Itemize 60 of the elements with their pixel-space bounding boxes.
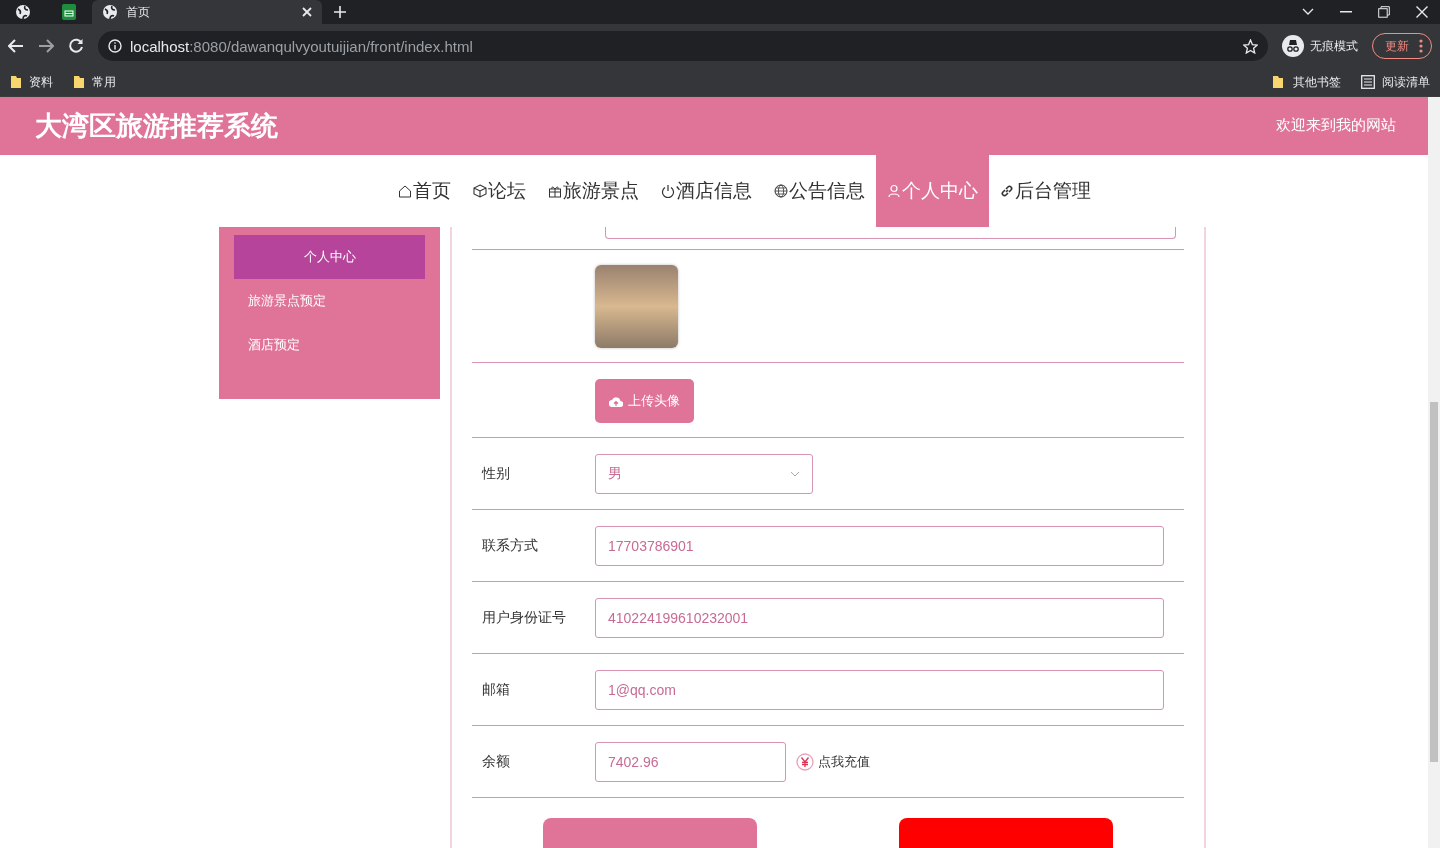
- link-icon: [999, 184, 1014, 198]
- globe-icon: [102, 4, 118, 20]
- url-text: localhost:8080/dawanqulvyoutuijian/front/index.html: [130, 37, 473, 55]
- close-icon[interactable]: [1416, 6, 1428, 18]
- star-icon[interactable]: [1243, 38, 1258, 54]
- bookmark-link[interactable]: 阅读清单: [1382, 73, 1430, 91]
- power-icon: [660, 184, 675, 198]
- site-title: 大湾区旅游推荐系统: [35, 110, 278, 143]
- info-icon[interactable]: [108, 39, 122, 53]
- nav-link[interactable]: 旅游景点: [536, 155, 650, 227]
- list-icon[interactable]: [1361, 75, 1375, 89]
- reload-icon[interactable]: [68, 38, 84, 54]
- bookmark-link[interactable]: 其他书签: [1293, 73, 1341, 91]
- chevron-down-icon[interactable]: [1302, 8, 1314, 16]
- nav-link[interactable]: 酒店信息: [649, 155, 763, 227]
- sheet-icon[interactable]: [62, 4, 76, 20]
- welcome-text: 欢迎来到我的网站: [1276, 115, 1396, 135]
- field-label: 用户身份证号: [481, 608, 567, 627]
- nav-link[interactable]: 首页: [386, 155, 462, 227]
- close-icon[interactable]: [302, 7, 312, 17]
- forward-arrow-icon[interactable]: [38, 39, 54, 53]
- input-field[interactable]: 1@qq.com: [595, 669, 1164, 710]
- bookmark-link[interactable]: 常用: [92, 73, 116, 91]
- restore-icon[interactable]: [1378, 6, 1390, 18]
- recharge-link[interactable]: 点我充值: [818, 752, 870, 771]
- input-field[interactable]: 7402.96: [595, 741, 786, 782]
- field-label: 余额: [481, 752, 511, 771]
- sidebar-item[interactable]: 个人中心: [234, 235, 425, 279]
- cube-icon: [472, 184, 487, 198]
- nav-link[interactable]: 论坛: [461, 155, 537, 227]
- field-label: 性别: [480, 464, 511, 483]
- browser-tab[interactable]: 首页: [92, 0, 322, 24]
- profile-label[interactable]: 无痕模式: [1310, 37, 1358, 55]
- gift-icon: [547, 184, 562, 198]
- input-field[interactable]: [605, 227, 1176, 239]
- nav-link[interactable]: 公告信息: [762, 155, 876, 227]
- back-arrow-icon[interactable]: [8, 39, 24, 53]
- address-bar[interactable]: localhost:8080/dawanqulvyoutuijian/front/index.html: [98, 31, 1268, 61]
- folder-icon[interactable]: [10, 75, 22, 89]
- globe-icon[interactable]: [15, 4, 31, 20]
- nav-link[interactable]: 后台管理: [988, 155, 1102, 227]
- more-icon: [1419, 39, 1423, 53]
- input-field[interactable]: 410224199610232001: [595, 597, 1164, 638]
- house-icon: [397, 184, 412, 198]
- globe-icon: [773, 184, 788, 198]
- incognito-icon[interactable]: [1282, 35, 1304, 57]
- folder-icon[interactable]: [1272, 75, 1286, 89]
- chevron-down-icon: [790, 470, 800, 477]
- field-label: 邮箱: [481, 680, 511, 699]
- minimize-icon[interactable]: [1340, 11, 1352, 13]
- yen-icon[interactable]: [796, 752, 814, 771]
- new-tab-icon[interactable]: [334, 6, 346, 18]
- input-field[interactable]: 17703786901: [595, 525, 1164, 566]
- scrollbar[interactable]: [1428, 97, 1440, 848]
- folder-icon[interactable]: [73, 75, 85, 89]
- field-label: 联系方式: [481, 536, 539, 555]
- select-field[interactable]: 男: [595, 453, 813, 494]
- cloud-upload-icon: [609, 395, 623, 407]
- user-icon: [886, 184, 901, 198]
- bookmark-link[interactable]: 资料: [29, 73, 53, 91]
